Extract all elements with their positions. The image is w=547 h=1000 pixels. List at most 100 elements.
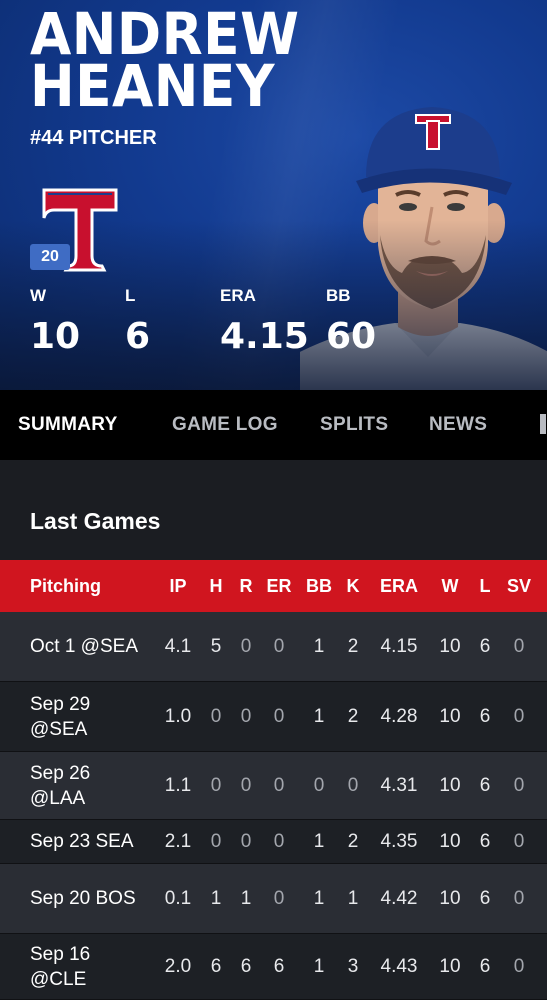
cell-l: 6	[479, 774, 491, 796]
cell-w: 10	[439, 635, 461, 657]
cell-k: 2	[347, 830, 359, 852]
col-er: ER	[266, 575, 292, 596]
cell-er: 0	[273, 830, 285, 852]
cell-l: 6	[479, 635, 491, 657]
cell-bb: 1	[313, 830, 325, 852]
cell-ip: 2.1	[164, 830, 192, 852]
cell-h: 1	[210, 887, 222, 909]
cell-sv: 0	[513, 705, 525, 727]
table-row[interactable]: Sep 16 @CLE 2.0 6 6 6 1 3 4.43 10 6 0	[0, 934, 547, 1000]
game-cell: Sep 20 BOS	[30, 888, 136, 909]
cell-bb: 1	[313, 887, 325, 909]
col-ip: IP	[169, 575, 187, 596]
cell-bb: 0	[313, 774, 325, 796]
col-w: W	[441, 575, 459, 596]
cell-sv: 0	[513, 955, 525, 977]
cell-r: 0	[240, 830, 252, 852]
cell-era: 4.43	[380, 955, 418, 977]
cell-w: 10	[439, 830, 461, 852]
cell-w: 10	[439, 955, 461, 977]
stat-label-era: ERA	[220, 286, 256, 305]
player-last-name: HEANEY	[30, 52, 275, 120]
cell-h: 6	[210, 955, 222, 977]
cell-ip: 0.1	[164, 887, 192, 909]
cell-l: 6	[479, 830, 491, 852]
cell-sv: 0	[513, 774, 525, 796]
stat-value-w: 10	[30, 316, 81, 357]
col-l: L	[479, 575, 491, 596]
col-k: K	[346, 575, 360, 596]
stat-label-l: L	[125, 286, 136, 305]
cell-h: 0	[210, 774, 222, 796]
cell-bb: 1	[313, 705, 325, 727]
cell-er: 0	[273, 705, 285, 727]
cell-r: 6	[240, 955, 252, 977]
cell-l: 6	[479, 705, 491, 727]
cell-bb: 1	[313, 955, 325, 977]
table-row[interactable]: Sep 26 @LAA 1.1 0 0 0 0 0 4.31 10 6 0	[0, 752, 547, 820]
cell-w: 10	[439, 887, 461, 909]
tab-bar: SUMMARY GAME LOG SPLITS NEWS	[0, 390, 547, 460]
cell-h: 0	[210, 705, 222, 727]
cell-ip: 1.0	[164, 705, 192, 727]
cell-sv: 0	[513, 635, 525, 657]
col-h: H	[209, 575, 223, 596]
game-cell: Oct 1 @SEA	[30, 636, 138, 657]
table-header: Pitching IP H R ER BB K ERA W L SV	[0, 560, 547, 612]
cell-k: 2	[347, 705, 359, 727]
col-sv: SV	[506, 575, 531, 596]
cell-ip: 4.1	[164, 635, 192, 657]
game-cell: Sep 23 SEA	[30, 831, 134, 852]
cell-era: 4.31	[380, 774, 418, 796]
stat-value-bb: 60	[326, 316, 377, 357]
game-cell: Sep 26 @LAA	[30, 762, 91, 809]
cell-er: 6	[273, 955, 285, 977]
cell-bb: 1	[313, 635, 325, 657]
cell-k: 1	[347, 887, 359, 909]
game-cell: Sep 29 @SEA	[30, 693, 91, 740]
cell-k: 3	[347, 955, 359, 977]
cell-era: 4.15	[380, 635, 418, 657]
cell-r: 0	[240, 705, 252, 727]
tab-game-log[interactable]: GAME LOG	[172, 390, 278, 460]
cell-k: 0	[347, 774, 359, 796]
table-row[interactable]: Sep 23 SEA 2.1 0 0 0 1 2 4.35 10 6 0	[0, 820, 547, 864]
player-number-position: #44 PITCHER	[30, 127, 157, 149]
player-hero: ANDREW HEANEY #44 PITCHER 20 W 10 L 6 ER…	[0, 0, 547, 390]
stat-label-bb: BB	[326, 286, 351, 305]
tab-overflow-indicator[interactable]	[540, 414, 546, 434]
cell-h: 5	[210, 635, 222, 657]
cell-r: 0	[240, 774, 252, 796]
cell-k: 2	[347, 635, 359, 657]
cell-sv: 0	[513, 887, 525, 909]
cell-w: 10	[439, 705, 461, 727]
tab-news[interactable]: NEWS	[429, 390, 487, 460]
section-title: Last Games	[30, 508, 161, 534]
table-row[interactable]: Oct 1 @SEA 4.1 5 0 0 1 2 4.15 10 6 0	[0, 612, 547, 682]
cell-era: 4.35	[380, 830, 418, 852]
table-row[interactable]: Sep 20 BOS 0.1 1 1 0 1 1 4.42 10 6 0	[0, 864, 547, 934]
table-row[interactable]: Sep 29 @SEA 1.0 0 0 0 1 2 4.28 10 6 0	[0, 682, 547, 752]
cell-w: 10	[439, 774, 461, 796]
stat-label-w: W	[30, 286, 47, 305]
col-pitching: Pitching	[30, 575, 101, 596]
tab-splits[interactable]: SPLITS	[320, 390, 388, 460]
cell-er: 0	[273, 887, 285, 909]
col-era: ERA	[379, 575, 418, 596]
season-year-badge: 20	[30, 244, 70, 270]
cell-r: 0	[240, 635, 252, 657]
cell-h: 0	[210, 830, 222, 852]
cell-er: 0	[273, 635, 285, 657]
cell-l: 6	[479, 955, 491, 977]
cell-ip: 2.0	[164, 955, 192, 977]
cell-era: 4.42	[380, 887, 418, 909]
cell-er: 0	[273, 774, 285, 796]
cell-ip: 1.1	[164, 774, 192, 796]
tab-summary[interactable]: SUMMARY	[18, 390, 118, 460]
cell-sv: 0	[513, 830, 525, 852]
cell-l: 6	[479, 887, 491, 909]
cell-era: 4.28	[380, 705, 418, 727]
game-cell: Sep 16 @CLE	[30, 943, 91, 990]
stat-value-l: 6	[125, 316, 151, 357]
col-bb: BB	[306, 575, 332, 596]
